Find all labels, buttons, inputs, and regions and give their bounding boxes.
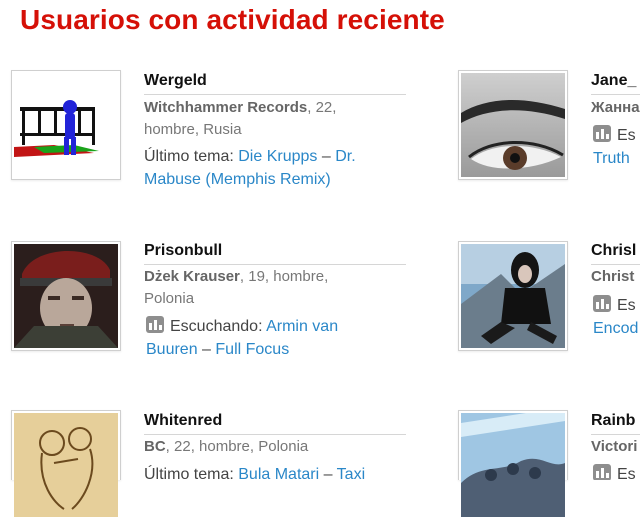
- real-name: Dżek Krauser: [144, 268, 240, 285]
- track-link[interactable]: Truth: [593, 150, 630, 167]
- artist-link[interactable]: Buuren: [146, 341, 198, 358]
- avatar-drawing-bench: [14, 73, 118, 177]
- activity-line: Es: [593, 463, 640, 480]
- divider: [591, 94, 640, 95]
- artist-link[interactable]: Die Krupps: [238, 148, 317, 165]
- username-link[interactable]: Prisonbull: [144, 242, 222, 260]
- avatar[interactable]: [458, 241, 568, 351]
- activity-label: Escuchando:: [170, 318, 267, 335]
- avatar[interactable]: [11, 241, 121, 351]
- activity-label: Último tema:: [144, 466, 239, 480]
- separator: –: [319, 466, 337, 480]
- real-name: BC: [144, 438, 166, 455]
- activity-line: Último tema: Die Krupps – Dr. Mabuse (Me…: [144, 145, 414, 191]
- avatar-photo-person: [461, 244, 565, 348]
- scrobble-bars-icon: [593, 125, 611, 142]
- username-link[interactable]: Rainb: [591, 412, 635, 430]
- page-title: Usuarios con actividad reciente: [20, 4, 445, 35]
- track-link[interactable]: Taxi: [337, 466, 365, 480]
- track-link[interactable]: Full Focus: [215, 341, 289, 358]
- meta-details: , 22, hombre, Polonia: [165, 438, 309, 455]
- activity-line: Es Truth: [593, 124, 640, 170]
- user-meta: Victori: [591, 436, 637, 458]
- user-meta: Dżek Krauser, 19, hombre, Polonia: [144, 266, 414, 310]
- scrobble-bars-icon: [593, 464, 611, 480]
- meta-details: , 22,: [307, 99, 337, 116]
- user-meta: Christ: [591, 266, 634, 288]
- avatar-photo-crowd: [461, 413, 565, 517]
- track-link[interactable]: Encod: [593, 320, 638, 337]
- scrobble-bars-icon: [146, 316, 164, 333]
- scrobble-bars-icon: [593, 295, 611, 312]
- activity-label: Es: [617, 466, 636, 480]
- avatar-drawing-figures: [14, 413, 118, 517]
- username-link[interactable]: Chrisl: [591, 242, 636, 260]
- username-link[interactable]: Wergeld: [144, 72, 207, 90]
- meta-details: , 19, hombre,: [239, 268, 329, 285]
- avatar[interactable]: [458, 410, 568, 517]
- divider: [591, 434, 640, 435]
- divider: [144, 264, 406, 265]
- avatar[interactable]: [11, 410, 121, 517]
- activity-line: Escuchando: Armin van Buuren – Full Focu…: [146, 315, 416, 361]
- activity-label: Es: [617, 127, 636, 144]
- activity-line: Es Encod: [593, 294, 640, 340]
- avatar[interactable]: [458, 70, 568, 180]
- activity-line: Último tema: Bula Matari – Taxi: [144, 463, 414, 480]
- separator: –: [317, 148, 336, 165]
- real-name: Жанна: [591, 99, 640, 116]
- activity-label: Último tema:: [144, 148, 239, 165]
- avatar-photo-soldier: [14, 244, 118, 348]
- artist-link[interactable]: Armin van: [266, 318, 338, 335]
- divider: [144, 434, 406, 435]
- username-link[interactable]: Whitenred: [144, 412, 222, 430]
- separator: –: [197, 341, 216, 358]
- activity-label: Es: [617, 297, 636, 314]
- real-name: Christ: [591, 268, 635, 285]
- meta-details: Polonia: [144, 290, 195, 307]
- username-link[interactable]: Jane_: [591, 72, 636, 90]
- user-meta: Жанна: [591, 97, 640, 119]
- track-link[interactable]: Dr.: [335, 148, 355, 165]
- avatar[interactable]: [11, 70, 121, 180]
- user-meta: BC, 22, hombre, Polonia: [144, 436, 414, 458]
- avatar-photo-eye: [461, 73, 565, 177]
- track-link[interactable]: Mabuse (Memphis Remix): [144, 171, 331, 188]
- real-name: Witchhammer Records: [144, 99, 308, 116]
- divider: [144, 94, 406, 95]
- divider: [591, 264, 640, 265]
- user-meta: Witchhammer Records, 22, hombre, Rusia: [144, 97, 414, 141]
- artist-link[interactable]: Bula Matari: [238, 466, 319, 480]
- meta-details: hombre, Rusia: [144, 121, 242, 138]
- real-name: Victori: [591, 438, 638, 455]
